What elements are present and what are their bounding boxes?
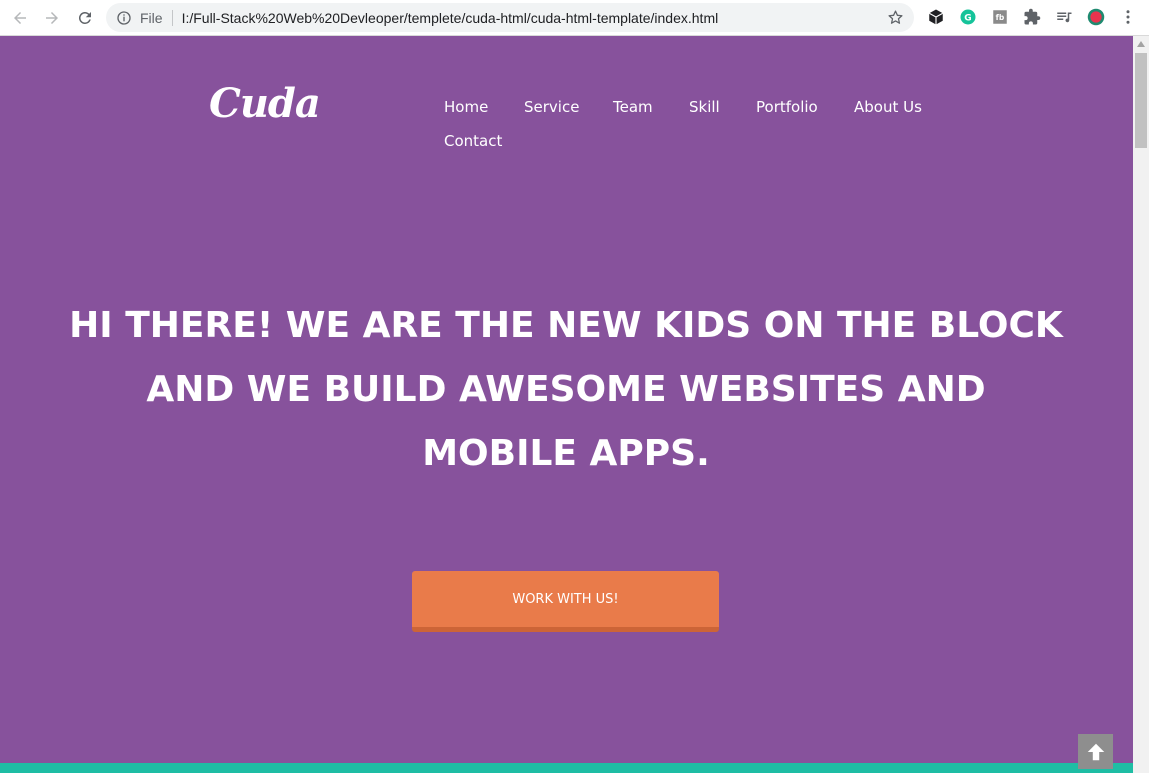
- hero-line: HI THERE! WE ARE THE NEW KIDS ON THE BLO…: [69, 305, 1063, 346]
- hero-headline: HI THERE! WE ARE THE NEW KIDS ON THE BLO…: [66, 294, 1066, 486]
- svg-text:G: G: [964, 13, 971, 23]
- url-text[interactable]: I:/Full-Stack%20Web%20Devleoper/templete…: [182, 10, 719, 26]
- kebab-menu-icon[interactable]: [1118, 7, 1138, 27]
- scrollbar-thumb[interactable]: [1135, 53, 1147, 148]
- hero-section: Cuda Home Service Team Skill Portfolio A…: [0, 36, 1133, 773]
- nav-link-home[interactable]: Home: [444, 98, 488, 116]
- browser-toolbar: File I:/Full-Stack%20Web%20Devleoper/tem…: [0, 0, 1149, 36]
- puzzle-extensions-icon[interactable]: [1022, 7, 1042, 27]
- up-arrow-icon: [1087, 743, 1104, 760]
- file-scheme-label: File: [140, 9, 163, 26]
- back-to-top-button[interactable]: [1078, 734, 1113, 769]
- grammarly-icon[interactable]: G: [958, 7, 978, 27]
- box-extension-icon[interactable]: [926, 7, 946, 27]
- site-logo[interactable]: Cuda: [209, 80, 321, 127]
- nav-link-about-us[interactable]: About Us: [854, 98, 922, 116]
- work-with-us-button[interactable]: WORK WITH US!: [412, 571, 719, 632]
- star-icon[interactable]: [887, 9, 904, 26]
- media-queue-icon[interactable]: [1054, 7, 1074, 27]
- reload-icon[interactable]: [73, 6, 97, 30]
- nav-link-skill[interactable]: Skill: [689, 98, 720, 116]
- address-bar[interactable]: File I:/Full-Stack%20Web%20Devleoper/tem…: [106, 3, 914, 32]
- nav-link-team[interactable]: Team: [613, 98, 653, 116]
- back-arrow-icon[interactable]: [8, 6, 32, 30]
- address-divider: [171, 9, 173, 26]
- nav-link-service[interactable]: Service: [524, 98, 579, 116]
- hero-line: MOBILE APPS.: [422, 433, 710, 474]
- profile-avatar-icon[interactable]: [1086, 7, 1106, 27]
- nav-link-contact[interactable]: Contact: [444, 132, 502, 150]
- forward-arrow-icon[interactable]: [40, 6, 64, 30]
- vertical-scrollbar[interactable]: [1133, 36, 1149, 773]
- svg-text:fb: fb: [996, 13, 1005, 22]
- info-icon[interactable]: [116, 10, 132, 26]
- scroll-up-arrow-icon[interactable]: [1133, 36, 1149, 52]
- section-divider-band: [0, 763, 1133, 773]
- hero-line: AND WE BUILD AWESOME WEBSITES AND: [146, 369, 986, 410]
- fb-extension-icon[interactable]: fb: [990, 7, 1010, 27]
- nav-link-portfolio[interactable]: Portfolio: [756, 98, 818, 116]
